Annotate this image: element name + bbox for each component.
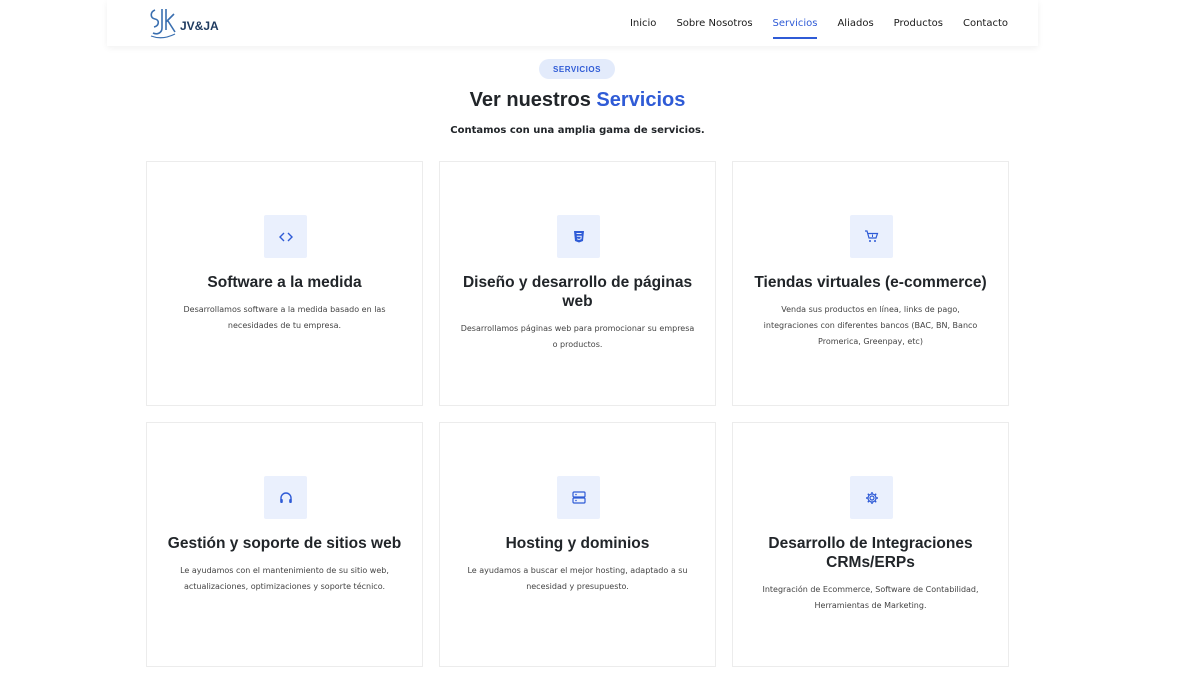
service-card-software[interactable]: Software a la medida Desarrollamos softw… bbox=[146, 161, 423, 406]
service-description: Integración de Ecommerce, Software de Co… bbox=[762, 585, 979, 610]
service-title: Desarrollo de Integraciones CRMs/ERPs bbox=[768, 535, 973, 571]
site-header: JV&JA Inicio Sobre Nosotros Servicios Al… bbox=[107, 0, 1038, 46]
main-nav: Inicio Sobre Nosotros Servicios Aliados … bbox=[610, 0, 1008, 46]
service-title: Gestión y soporte de sitios web bbox=[167, 535, 402, 552]
service-card-ecommerce[interactable]: Tiendas virtuales (e-commerce) Venda sus… bbox=[732, 161, 1009, 406]
service-description: Venda sus productos en línea, links de p… bbox=[763, 305, 978, 346]
nav-item-productos[interactable]: Productos bbox=[894, 14, 943, 33]
service-card-hosting[interactable]: Hosting y dominios Le ayudamos a buscar … bbox=[439, 422, 716, 667]
service-description: Desarrollamos software a la medida basad… bbox=[183, 305, 386, 330]
nav-item-aliados[interactable]: Aliados bbox=[837, 14, 873, 33]
brand-name: JV&JA bbox=[180, 19, 219, 33]
shopping-cart-icon bbox=[850, 215, 893, 258]
service-card-web-design[interactable]: Diseño y desarrollo de páginas web Desar… bbox=[439, 161, 716, 406]
service-title: Hosting y dominios bbox=[505, 535, 650, 552]
nav-item-inicio[interactable]: Inicio bbox=[630, 14, 656, 33]
brand-logo[interactable]: JV&JA bbox=[147, 6, 219, 40]
logo-mark-icon bbox=[150, 9, 176, 39]
service-title: Tiendas virtuales (e-commerce) bbox=[754, 274, 987, 291]
html5-icon bbox=[557, 215, 600, 258]
nav-item-sobre-nosotros[interactable]: Sobre Nosotros bbox=[676, 14, 752, 33]
section-title-accent: Servicios bbox=[596, 89, 686, 111]
code-icon bbox=[264, 215, 307, 258]
section-title-prefix: Ver nuestros bbox=[469, 89, 591, 111]
service-title: Diseño y desarrollo de páginas web bbox=[462, 274, 693, 310]
section-title: Ver nuestros Servicios bbox=[0, 89, 1155, 112]
service-card-integrations[interactable]: Desarrollo de Integraciones CRMs/ERPs In… bbox=[732, 422, 1009, 667]
service-description: Le ayudamos con el mantenimiento de su s… bbox=[180, 566, 389, 591]
service-description: Desarrollamos páginas web para promocion… bbox=[460, 324, 695, 349]
nav-item-servicios[interactable]: Servicios bbox=[772, 14, 817, 39]
section-badge: SERVICIOS bbox=[539, 59, 615, 79]
service-card-web-support[interactable]: Gestión y soporte de sitios web Le ayuda… bbox=[146, 422, 423, 667]
server-icon bbox=[557, 476, 600, 519]
gear-icon bbox=[850, 476, 893, 519]
nav-item-contacto[interactable]: Contacto bbox=[963, 14, 1008, 33]
service-description: Le ayudamos a buscar el mejor hosting, a… bbox=[467, 566, 688, 591]
section-subtitle: Contamos con una amplia gama de servicio… bbox=[450, 125, 705, 136]
headset-icon bbox=[264, 476, 307, 519]
service-title: Software a la medida bbox=[207, 274, 362, 291]
